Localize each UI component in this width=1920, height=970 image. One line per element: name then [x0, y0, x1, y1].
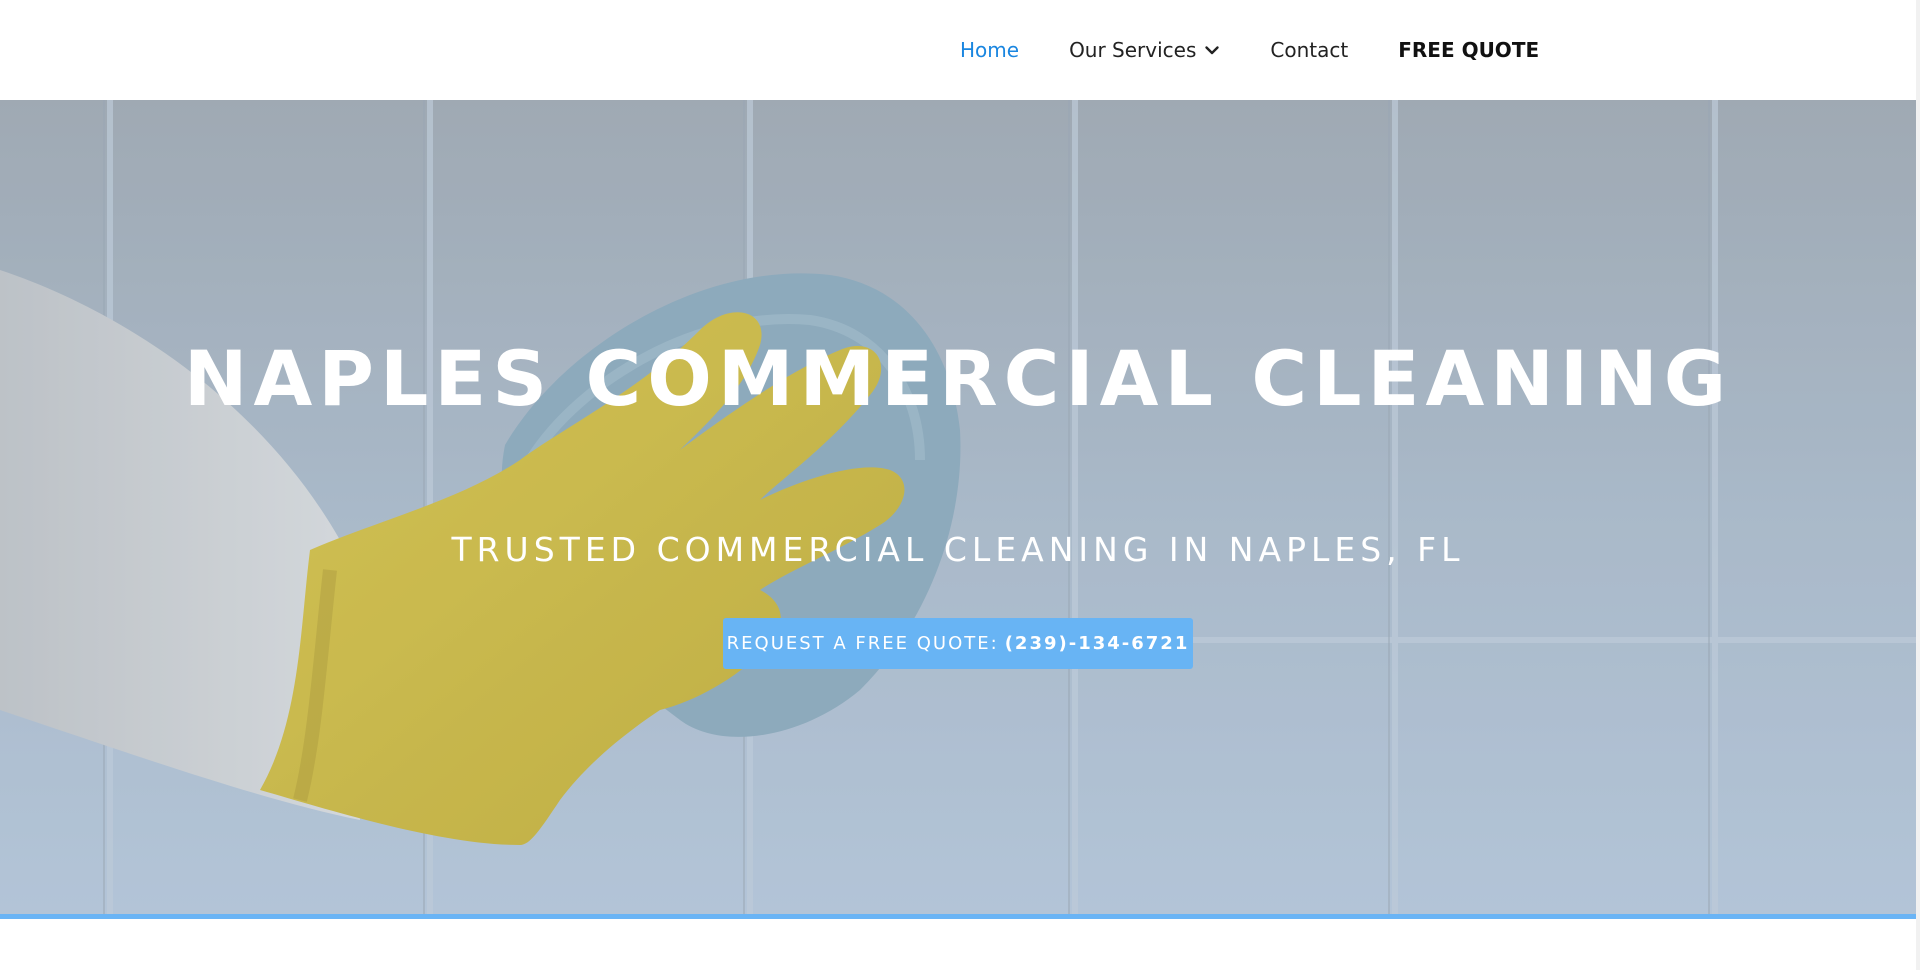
nav-item-free-quote[interactable]: FREE QUOTE [1398, 38, 1539, 62]
page: Home Our Services Contact FREE QUOTE NAP… [0, 0, 1920, 970]
phone-number[interactable]: (239)-134-6721 [1005, 633, 1190, 654]
request-quote-button[interactable]: REQUEST A FREE QUOTE: (239)-134-6721 [723, 618, 1193, 669]
nav-item-our-services-label: Our Services [1069, 38, 1197, 62]
chevron-down-icon[interactable] [1204, 42, 1220, 58]
nav-item-our-services[interactable]: Our Services [1069, 38, 1220, 62]
nav-item-contact[interactable]: Contact [1270, 38, 1348, 62]
content-area [0, 919, 1916, 970]
request-quote-label: REQUEST A FREE QUOTE: [726, 633, 999, 654]
page-edge [1916, 0, 1920, 970]
hero-title: NAPLES COMMERCIAL CLEANING [183, 334, 1733, 423]
nav-item-contact-label: Contact [1270, 38, 1349, 62]
site-header: Home Our Services Contact FREE QUOTE [0, 0, 1916, 100]
nav-item-free-quote-label: FREE QUOTE [1398, 38, 1540, 62]
nav-item-home-label: Home [960, 38, 1020, 62]
main-nav: Home Our Services Contact FREE QUOTE [960, 0, 1539, 100]
hero-content: NAPLES COMMERCIAL CLEANING TRUSTED COMME… [0, 100, 1916, 916]
hero-section: NAPLES COMMERCIAL CLEANING TRUSTED COMME… [0, 100, 1916, 916]
nav-item-home[interactable]: Home [960, 38, 1019, 62]
hero-subtitle: TRUSTED COMMERCIAL CLEANING IN NAPLES, F… [451, 530, 1465, 569]
